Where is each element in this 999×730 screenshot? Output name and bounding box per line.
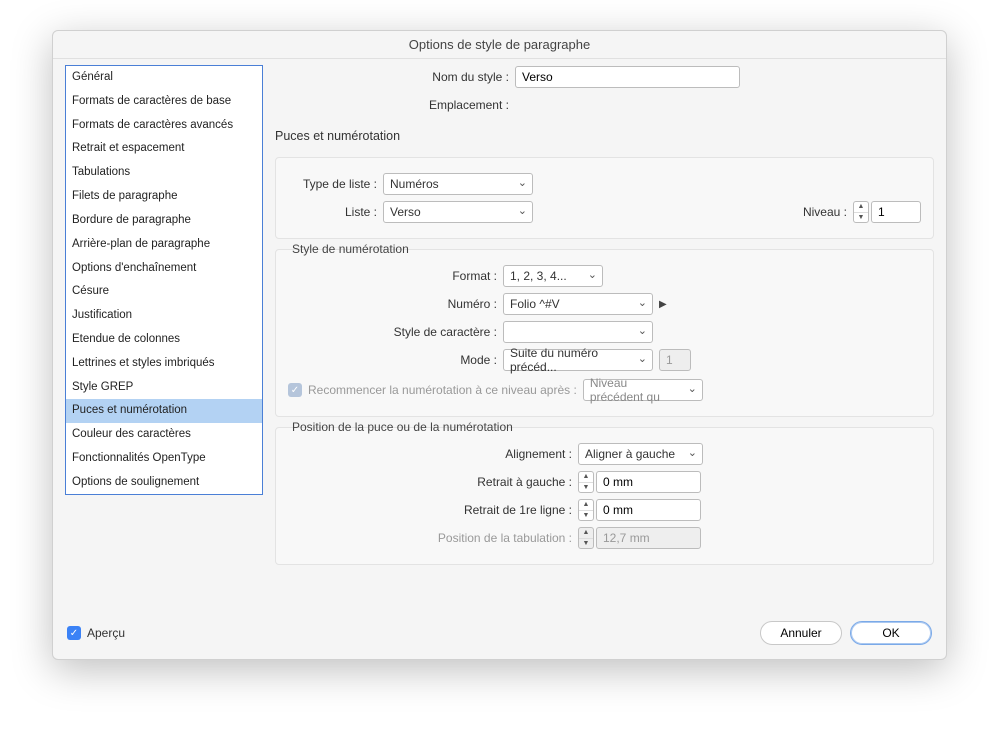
sidebar-item[interactable]: Général <box>66 66 262 90</box>
mode-select[interactable]: Suite du numéro précéd... <box>503 349 653 371</box>
first-line-input[interactable] <box>596 499 701 521</box>
format-select[interactable]: 1, 2, 3, 4... <box>503 265 603 287</box>
sidebar-item[interactable]: Options d'enchaînement <box>66 257 262 281</box>
alignment-label: Alignement : <box>288 447 578 461</box>
dialog-title: Options de style de paragraphe <box>53 31 946 59</box>
cancel-button[interactable]: Annuler <box>760 621 842 645</box>
level-label: Niveau : <box>749 205 853 219</box>
level-stepper[interactable]: ▲▼ <box>853 201 869 223</box>
first-line-stepper[interactable]: ▲▼ <box>578 499 594 521</box>
sidebar-item[interactable]: Tabulations <box>66 161 262 185</box>
style-name-label: Nom du style : <box>275 70 515 84</box>
mode-label: Mode : <box>288 353 503 367</box>
number-label: Numéro : <box>288 297 503 311</box>
tab-stepper: ▲▼ <box>578 527 594 549</box>
location-row: Emplacement : <box>275 93 934 117</box>
sidebar-item[interactable]: Formats de caractères de base <box>66 90 262 114</box>
location-label: Emplacement : <box>275 98 515 112</box>
position-group: Position de la puce ou de la numérotatio… <box>275 427 934 565</box>
sidebar-item[interactable]: Bordure de paragraphe <box>66 209 262 233</box>
style-name-input[interactable] <box>515 66 740 88</box>
numbering-style-group: Style de numérotation Format : 1, 2, 3, … <box>275 249 934 417</box>
list-type-select[interactable]: Numéros <box>383 173 533 195</box>
level-input[interactable] <box>871 201 921 223</box>
list-label: Liste : <box>288 205 383 219</box>
sidebar-item[interactable]: Style GREP <box>66 376 262 400</box>
sidebar-item[interactable]: Formats de caractères avancés <box>66 114 262 138</box>
sidebar-item[interactable]: Filets de paragraphe <box>66 185 262 209</box>
restart-checkbox: ✓ <box>288 383 302 397</box>
left-indent-label: Retrait à gauche : <box>288 475 578 489</box>
list-select[interactable]: Verso <box>383 201 533 223</box>
sidebar-item[interactable]: Retrait et espacement <box>66 137 262 161</box>
paragraph-style-options-dialog: Options de style de paragraphe GénéralFo… <box>52 30 947 660</box>
left-indent-stepper[interactable]: ▲▼ <box>578 471 594 493</box>
list-type-label: Type de liste : <box>288 177 383 191</box>
sidebar-item[interactable]: Etendue de colonnes <box>66 328 262 352</box>
first-line-label: Retrait de 1re ligne : <box>288 503 578 517</box>
restart-select: Niveau précédent qu <box>583 379 703 401</box>
sidebar-item[interactable]: Arrière-plan de paragraphe <box>66 233 262 257</box>
ok-button[interactable]: OK <box>850 621 932 645</box>
char-style-select[interactable] <box>503 321 653 343</box>
tab-input <box>596 527 701 549</box>
alignment-select[interactable]: Aligner à gauche <box>578 443 703 465</box>
dialog-footer: ✓ Aperçu Annuler OK <box>53 611 946 659</box>
format-label: Format : <box>288 269 503 283</box>
dialog-body: GénéralFormats de caractères de baseForm… <box>53 59 946 611</box>
left-indent-input[interactable] <box>596 471 701 493</box>
list-group: Type de liste : Numéros Liste : Verso Ni… <box>275 157 934 239</box>
preview-checkbox[interactable]: ✓ <box>67 626 81 640</box>
sidebar-item[interactable]: Fonctionnalités OpenType <box>66 447 262 471</box>
sidebar-item[interactable]: Puces et numérotation <box>66 399 262 423</box>
sidebar-item[interactable]: Justification <box>66 304 262 328</box>
sidebar-item[interactable]: Lettrines et styles imbriqués <box>66 352 262 376</box>
tab-label: Position de la tabulation : <box>288 531 578 545</box>
arrow-right-icon[interactable]: ▶ <box>659 299 667 310</box>
position-legend: Position de la puce ou de la numérotatio… <box>288 420 517 434</box>
mode-aux-input <box>659 349 691 371</box>
numbering-legend: Style de numérotation <box>288 242 413 256</box>
number-select[interactable]: Folio ^#V <box>503 293 653 315</box>
sidebar-item[interactable]: Couleur des caractères <box>66 423 262 447</box>
main-panel: Nom du style : Emplacement : Puces et nu… <box>275 65 934 611</box>
restart-label: Recommencer la numérotation à ce niveau … <box>308 383 577 397</box>
panel-title: Puces et numérotation <box>275 129 934 143</box>
panel-list: GénéralFormats de caractères de baseForm… <box>65 65 263 495</box>
char-style-label: Style de caractère : <box>288 325 503 339</box>
sidebar-item[interactable]: Césure <box>66 280 262 304</box>
style-name-row: Nom du style : <box>275 65 934 89</box>
sidebar-item[interactable]: Options de soulignement <box>66 471 262 495</box>
preview-label: Aperçu <box>87 626 125 640</box>
